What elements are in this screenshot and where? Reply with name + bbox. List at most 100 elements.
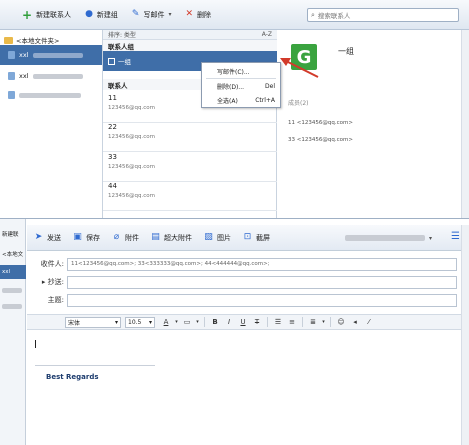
menu-item-compose[interactable]: 写邮件(C)... — [202, 65, 280, 78]
compose-window: 新建联 <本地文 xxl ➤ 发送 ▣ 保存 ⌀ 附件 ▤ 超大附件 ▨ 图片 … — [0, 218, 469, 445]
red-arrow-icon — [280, 58, 319, 78]
text-caret — [35, 340, 36, 348]
person-icon: ● — [85, 9, 93, 19]
chevron-down-icon: ▾ — [148, 318, 152, 326]
account-icon — [8, 72, 15, 80]
group-icon — [108, 57, 115, 65]
account-icon — [8, 51, 15, 59]
signature-text: Best Regards — [46, 373, 99, 381]
screenshot-button[interactable]: ⊡ 截屏 — [242, 233, 270, 243]
more-format-icon[interactable]: ⁄ — [362, 318, 376, 326]
delete-x-icon: ✕ — [185, 9, 194, 19]
emoji-icon[interactable]: ☺ — [334, 318, 348, 326]
italic-icon[interactable]: I — [222, 318, 236, 326]
contact-row[interactable]: 44 123456@qq.com — [103, 178, 277, 211]
highlight-icon[interactable]: ▭ — [180, 318, 194, 326]
save-icon: ▣ — [73, 232, 82, 242]
member-line[interactable]: 11 <123456@qq.com> — [288, 120, 353, 126]
redacted-account — [345, 235, 425, 241]
new-contact-button[interactable]: + 新建联系人 — [22, 9, 71, 21]
contacts-window: + 新建联系人 ● 新建组 ✎ 写邮件 ▾ ✕ 删除 ⌕ 搜索联系人 <本地文件… — [0, 0, 469, 220]
account-item-1[interactable]: xxl — [0, 45, 102, 65]
member-line[interactable]: 33 <123456@qq.com> — [288, 137, 353, 143]
contact-list: 排序: 类型 A-Z 联系人组 一组 联系人 11 123456@qq.com … — [103, 30, 277, 220]
chevron-down-icon[interactable]: ▾ — [194, 319, 201, 325]
big-attach-button[interactable]: ▤ 超大附件 — [150, 233, 192, 243]
image-icon: ▨ — [204, 232, 213, 242]
delete-button[interactable]: ✕ 删除 — [185, 10, 211, 20]
to-row: 收件人: 11<123456@qq.com>; 33<333333@qq.com… — [27, 256, 469, 272]
strikethrough-icon[interactable]: T — [250, 318, 264, 326]
big-attach-icon: ▤ — [151, 232, 160, 242]
toolbar-divider — [204, 317, 205, 327]
numbered-list-icon[interactable]: ≡ — [285, 318, 299, 326]
left-strip-item-selected[interactable]: xxl — [0, 265, 26, 279]
search-icon: ⌕ — [311, 10, 315, 19]
redacted-account — [32, 52, 83, 58]
account-item-2[interactable]: xxl — [0, 66, 102, 86]
format-toolbar: 宋体 ▾ 10.5 ▾ A ▾ ▭ ▾ B I U T ☰ ≡ ≣ ▾ ☺ ◂ … — [27, 314, 469, 330]
detail-scrollbar[interactable] — [461, 30, 469, 220]
sender-account-select[interactable]: ▾ — [345, 232, 440, 244]
chevron-down-icon: ▾ — [168, 10, 172, 18]
chevron-down-icon[interactable]: ▾ — [173, 319, 180, 325]
send-button[interactable]: ➤ 发送 — [33, 233, 61, 243]
chevron-down-icon[interactable]: ▾ — [320, 319, 327, 325]
expand-arrow-icon: ▸ — [41, 278, 46, 286]
redacted-account — [19, 92, 81, 98]
contact-row[interactable]: 22 123456@qq.com — [103, 119, 277, 152]
pen-icon: ✎ — [131, 9, 140, 19]
font-size-select[interactable]: 10.5 ▾ — [125, 316, 155, 328]
plus-icon: + — [22, 7, 33, 22]
left-strip-item[interactable]: 新建联 — [0, 227, 26, 241]
members-label: 成员(2) — [288, 100, 309, 107]
search-contacts-input[interactable]: ⌕ 搜索联系人 — [307, 8, 459, 22]
menu-item-delete[interactable]: 删除(D)... Del — [202, 80, 280, 93]
send-icon: ➤ — [34, 232, 43, 242]
toolbar-divider — [267, 317, 268, 327]
screenshot-icon: ⊡ — [243, 232, 252, 242]
to-field[interactable]: 11<123456@qq.com>; 33<333333@qq.com>; 44… — [67, 257, 457, 271]
toolbar-divider — [330, 317, 331, 327]
bold-icon[interactable]: B — [208, 318, 222, 326]
chevron-down-icon: ▾ — [114, 318, 118, 326]
compose-button[interactable]: ✎ 写邮件 ▾ — [132, 10, 172, 20]
font-family-select[interactable]: 宋体 ▾ — [65, 316, 121, 328]
underline-icon[interactable]: U — [236, 318, 250, 326]
image-button[interactable]: ▨ 图片 — [203, 233, 231, 243]
message-body-editor[interactable]: Best Regards — [27, 331, 469, 445]
cc-row: ▸ 抄送: — [27, 274, 469, 290]
menu-icon[interactable]: ☰ — [451, 231, 460, 242]
save-button[interactable]: ▣ 保存 — [72, 233, 100, 243]
section-groups-header: 联系人组 — [103, 40, 277, 51]
align-icon[interactable]: ≣ — [306, 318, 320, 326]
account-icon — [8, 91, 15, 99]
cc-label[interactable]: ▸ 抄送: — [27, 277, 67, 287]
context-menu: 写邮件(C)... 删除(D)... Del 全选(A) Ctrl+A — [201, 62, 281, 108]
subject-row: 主题: — [27, 292, 469, 308]
bullet-list-icon[interactable]: ☰ — [271, 318, 285, 326]
subject-field[interactable] — [67, 293, 457, 307]
toolbar-divider — [302, 317, 303, 327]
font-color-icon[interactable]: A — [159, 318, 173, 326]
sort-bar[interactable]: 排序: 类型 A-Z — [103, 30, 277, 40]
cc-field[interactable] — [67, 275, 457, 289]
redacted-account — [32, 73, 83, 79]
link-icon[interactable]: ◂ — [348, 318, 362, 326]
signature-divider — [35, 365, 155, 366]
menu-item-select-all[interactable]: 全选(A) Ctrl+A — [202, 94, 280, 107]
compose-left-strip: 新建联 <本地文 xxl — [0, 219, 26, 445]
group-title: 一组 — [338, 47, 354, 56]
compose-scrollbar[interactable] — [461, 225, 469, 445]
redacted-account — [2, 287, 22, 293]
left-strip-item[interactable] — [0, 283, 26, 297]
left-strip-item[interactable] — [0, 299, 26, 313]
attach-button[interactable]: ⌀ 附件 — [111, 233, 139, 243]
new-group-button[interactable]: ● 新建组 — [85, 10, 118, 20]
folder-icon — [4, 36, 13, 44]
to-label: 收件人: — [40, 260, 64, 268]
left-strip-item[interactable]: <本地文 — [0, 247, 26, 261]
account-item-3[interactable] — [0, 85, 102, 105]
account-tree: <本地文件夹> xxl xxl — [0, 30, 103, 220]
menu-divider — [206, 78, 276, 79]
